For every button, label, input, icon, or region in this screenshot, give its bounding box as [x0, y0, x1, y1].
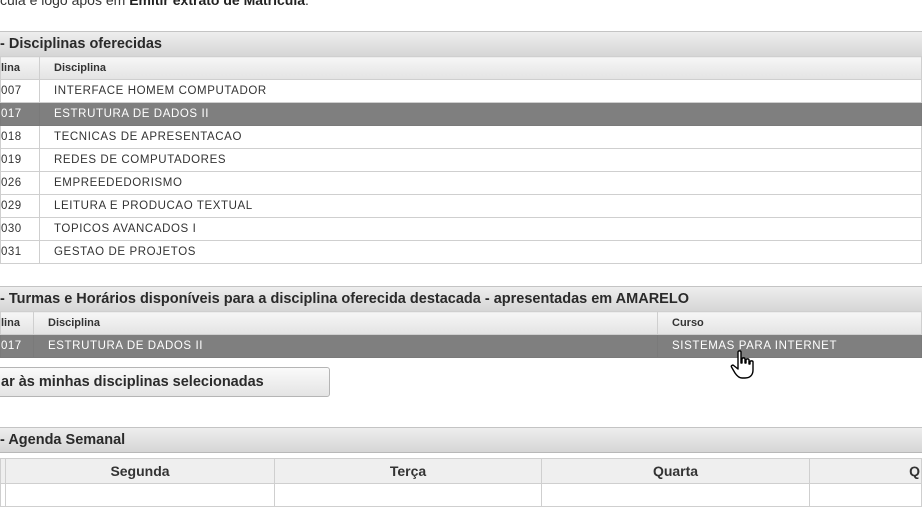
agenda-cell — [274, 483, 542, 507]
column-header-code: lina — [0, 56, 40, 80]
row-course[interactable]: SISTEMAS PARA INTERNET — [657, 334, 922, 358]
table-header-row: lina Disciplina Curso — [0, 311, 922, 335]
section-title: - Turmas e Horários disponíveis para a d… — [0, 291, 689, 307]
row-discipline: REDES DE COMPUTADORES — [39, 148, 922, 172]
hand-pointer-icon — [730, 350, 754, 379]
row-discipline: LEITURA E PRODUCAO TEXTUAL — [39, 194, 922, 218]
day-header-quarta: Quarta — [541, 458, 810, 484]
table-row[interactable]: 007 INTERFACE HOMEM COMPUTADOR — [0, 79, 922, 103]
section-agenda-header: - Agenda Semanal — [0, 427, 922, 453]
row-code: 007 — [0, 79, 40, 103]
instruction-text: cula e logo após em Emitir extrato de Ma… — [0, 0, 309, 8]
table-row[interactable]: 030 TOPICOS AVANCADOS I — [0, 217, 922, 241]
section-disciplinas-header: - Disciplinas oferecidas — [0, 31, 922, 57]
instruction-suffix: . — [305, 0, 309, 8]
column-header-disciplina: Disciplina — [33, 311, 658, 335]
row-code: 017 — [0, 102, 40, 126]
row-code: 017 — [0, 334, 34, 358]
agenda-header-row: Segunda Terça Quarta Q — [0, 458, 922, 484]
turma-row[interactable]: 017 ESTRUTURA DE DADOS II SISTEMAS PARA … — [0, 334, 922, 358]
table-row[interactable]: 018 TECNICAS DE APRESENTACAO — [0, 125, 922, 149]
agenda-table: Segunda Terça Quarta Q — [0, 458, 922, 507]
day-header-terca: Terça — [274, 458, 542, 484]
row-discipline: TOPICOS AVANCADOS I — [39, 217, 922, 241]
day-header-segunda: Segunda — [5, 458, 275, 484]
row-code: 018 — [0, 125, 40, 149]
agenda-cell — [541, 483, 810, 507]
table-row[interactable]: 031 GESTAO DE PROJETOS — [0, 240, 922, 264]
add-to-selected-button[interactable]: ar às minhas disciplinas selecionadas — [0, 367, 330, 397]
day-header-quinta: Q — [809, 458, 922, 484]
table-row[interactable]: 026 EMPREEDEDORISMO — [0, 171, 922, 195]
row-code: 030 — [0, 217, 40, 241]
column-header-disciplina: Disciplina — [39, 56, 922, 80]
section-title: - Agenda Semanal — [0, 432, 126, 448]
button-label: ar às minhas disciplinas selecionadas — [1, 374, 264, 390]
row-code: 029 — [0, 194, 40, 218]
table-row[interactable]: 029 LEITURA E PRODUCAO TEXTUAL — [0, 194, 922, 218]
section-turmas-header: - Turmas e Horários disponíveis para a d… — [0, 286, 922, 312]
section-title: - Disciplinas oferecidas — [0, 36, 162, 52]
row-discipline: GESTAO DE PROJETOS — [39, 240, 922, 264]
row-discipline: EMPREEDEDORISMO — [39, 171, 922, 195]
turmas-table: lina Disciplina Curso 017 ESTRUTURA DE D… — [0, 311, 922, 358]
table-header-row: lina Disciplina — [0, 56, 922, 80]
row-code: 019 — [0, 148, 40, 172]
column-header-code: lina — [0, 311, 34, 335]
row-discipline: INTERFACE HOMEM COMPUTADOR — [39, 79, 922, 103]
column-header-curso: Curso — [657, 311, 922, 335]
row-code: 031 — [0, 240, 40, 264]
row-discipline: TECNICAS DE APRESENTACAO — [39, 125, 922, 149]
agenda-cell — [5, 483, 275, 507]
row-discipline: ESTRUTURA DE DADOS II — [33, 334, 658, 358]
instruction-bold: Emitir extrato de Matrícula — [129, 0, 306, 8]
row-code: 026 — [0, 171, 40, 195]
row-discipline: ESTRUTURA DE DADOS II — [39, 102, 922, 126]
table-row[interactable]: 019 REDES DE COMPUTADORES — [0, 148, 922, 172]
agenda-cell — [809, 483, 922, 507]
disciplinas-table: lina Disciplina 007 INTERFACE HOMEM COMP… — [0, 56, 922, 264]
table-row-selected[interactable]: 017 ESTRUTURA DE DADOS II — [0, 102, 922, 126]
agenda-row — [0, 483, 922, 507]
instruction-prefix: cula e logo após em — [0, 0, 130, 8]
